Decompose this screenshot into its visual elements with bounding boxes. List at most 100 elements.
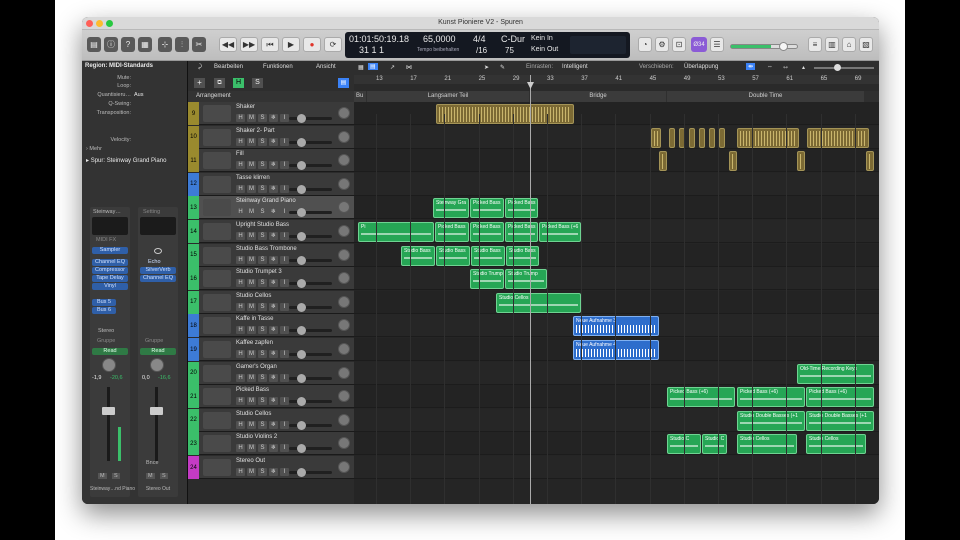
track-header[interactable]: 11 Fill H M S ❄ I [188, 149, 354, 173]
waveform-zoom-icon[interactable]: ⇹ [746, 63, 756, 70]
rewind-button[interactable]: ◀◀ [219, 37, 237, 52]
track-volume-thumb[interactable] [297, 208, 306, 218]
track-volume-thumb[interactable] [297, 420, 306, 430]
track-volume-thumb[interactable] [297, 232, 306, 241]
automation-mode[interactable]: Read [140, 348, 176, 355]
track-pan-knob[interactable] [338, 130, 350, 143]
region[interactable]: Picked Bass (+6 [539, 222, 581, 242]
region[interactable]: Picked Bass (+6) [737, 387, 805, 408]
global-tracks-icon[interactable]: ▤ [338, 78, 349, 88]
track-pan-knob[interactable] [338, 461, 350, 473]
region[interactable]: Picked Bass [470, 198, 504, 219]
track-pan-knob[interactable] [338, 225, 350, 237]
marker[interactable]: Bridge [530, 91, 666, 102]
solo-button[interactable]: S [258, 468, 267, 476]
ruler[interactable]: 13 17 21 25 29 33 37 41 45 49 53 57 61 65 69 [354, 75, 879, 91]
track-pan-knob[interactable] [338, 366, 350, 379]
track-name[interactable]: Studio Bass Trombone [236, 246, 297, 252]
region[interactable] [719, 127, 725, 148]
group-slot[interactable]: Gruppe [145, 338, 163, 344]
tracks-area[interactable]: ▦ ▤ ↗ ⋈ ➤ ✎ Einrasten: Intelligent Versc… [354, 61, 879, 504]
forward-button[interactable]: ▶▶ [240, 37, 258, 52]
tuner-icon[interactable]: ⊡ [672, 37, 686, 52]
count-in-icon[interactable]: ⚙ [655, 37, 669, 52]
input-monitor-button[interactable]: I [280, 232, 289, 240]
track-volume-slider[interactable] [289, 353, 332, 356]
marker-track[interactable]: Bu Langsamer Teil Bridge Double Time [354, 91, 879, 102]
record-button[interactable]: ● [303, 37, 321, 52]
eq-thumbnail[interactable] [92, 217, 128, 235]
hide-button[interactable]: H [236, 137, 245, 146]
input-monitor-button[interactable]: I [280, 397, 289, 406]
track-name[interactable]: Gamer's Organ [236, 364, 277, 370]
freeze-button[interactable]: ❄ [269, 208, 278, 217]
track-volume-thumb[interactable] [297, 326, 306, 336]
track-volume-slider[interactable] [289, 211, 332, 215]
track-name[interactable]: Picked Bass [236, 387, 269, 393]
track-name[interactable]: Upright Studio Bass [236, 222, 289, 228]
mute-button[interactable]: M [247, 232, 256, 240]
marker[interactable]: Double Time [667, 91, 864, 102]
input-monitor-button[interactable]: I [280, 161, 289, 170]
track-volume-slider[interactable] [289, 376, 332, 380]
mute-button[interactable]: M [247, 420, 256, 429]
track-header[interactable]: 17 Studio Cellos H M S ❄ I [188, 290, 354, 314]
track-name[interactable]: Studio Cellos [236, 411, 271, 417]
track-name[interactable]: Tasse klirren [236, 175, 270, 181]
track-header[interactable]: 19 Kaffee zapfen H M S ❄ I [188, 338, 354, 361]
track-lane[interactable] [354, 172, 879, 196]
solo-button[interactable]: S [258, 326, 267, 335]
volume-fader[interactable] [107, 387, 110, 461]
region[interactable]: Studio Double Basses (+1 [737, 410, 805, 431]
mute-button[interactable]: M [247, 208, 256, 217]
track-header[interactable]: 21 Picked Bass H M S ❄ I [188, 385, 354, 409]
freeze-button[interactable]: ❄ [269, 373, 278, 382]
menu-edit[interactable]: Bearbeiten [214, 64, 243, 70]
track-volume-slider[interactable] [289, 117, 332, 120]
mute-button[interactable]: M [247, 468, 256, 476]
region[interactable]: Studio Cellos [737, 434, 797, 455]
send-slot[interactable]: Bus 5 [92, 299, 116, 306]
region[interactable] [651, 127, 661, 148]
mute-button[interactable]: M [98, 473, 107, 479]
region[interactable]: Steinway Gra [433, 198, 469, 219]
track-pan-knob[interactable] [338, 248, 350, 261]
track-inspector[interactable]: ▸ Spur: Steinway Grand Piano [86, 157, 166, 164]
region[interactable] [689, 127, 695, 148]
freeze-button[interactable]: ❄ [269, 420, 278, 429]
track-volume-thumb[interactable] [297, 255, 306, 265]
track-header[interactable]: 18 Kaffe in Tasse H M S ❄ I [188, 314, 354, 338]
pan-knob[interactable] [150, 358, 164, 372]
marker[interactable]: Bu [354, 91, 366, 102]
hide-button[interactable]: H [236, 232, 245, 240]
region[interactable] [659, 151, 667, 172]
notepad-icon[interactable]: ▥ [825, 37, 839, 52]
track-lane[interactable] [354, 432, 879, 456]
solo-button[interactable]: S [258, 279, 267, 288]
region[interactable]: Old-Time Recording Keys [797, 363, 874, 384]
help-icon[interactable]: ? [121, 37, 135, 52]
track-volume-thumb[interactable] [297, 279, 306, 289]
track-pan-knob[interactable] [338, 295, 350, 308]
plugin-slot[interactable]: Channel EQ [92, 259, 128, 266]
track-volume-slider[interactable] [289, 305, 332, 309]
library-icon[interactable]: ▤ [87, 37, 101, 52]
catch-icon[interactable]: ▤ [368, 63, 378, 70]
solo-button[interactable]: S [258, 302, 267, 311]
input-monitor-button[interactable]: I [280, 373, 289, 382]
automation-icon[interactable]: ↗ [390, 64, 395, 71]
hide-button[interactable]: H [236, 161, 245, 170]
track-name[interactable]: Stereo Out [236, 458, 265, 464]
track-header[interactable]: 13 Steinway Grand Piano H M S ❄ I [188, 196, 354, 220]
track-name[interactable]: Kaffee zapfen [236, 340, 273, 346]
freeze-button[interactable]: ❄ [269, 184, 278, 193]
tracks-tool-icon[interactable]: ⤸ [198, 64, 202, 71]
mute-button[interactable]: M [247, 184, 256, 193]
track-header[interactable]: 16 Studio Trumpet 3 H M S ❄ I [188, 267, 354, 291]
track-lane[interactable] [354, 267, 879, 291]
input-monitor-button[interactable]: I [280, 302, 289, 311]
input-monitor-button[interactable]: I [280, 350, 289, 358]
freeze-button[interactable]: ❄ [269, 114, 278, 122]
to-start-button[interactable]: ⏮ [261, 37, 279, 52]
track-volume-thumb[interactable] [297, 161, 306, 171]
